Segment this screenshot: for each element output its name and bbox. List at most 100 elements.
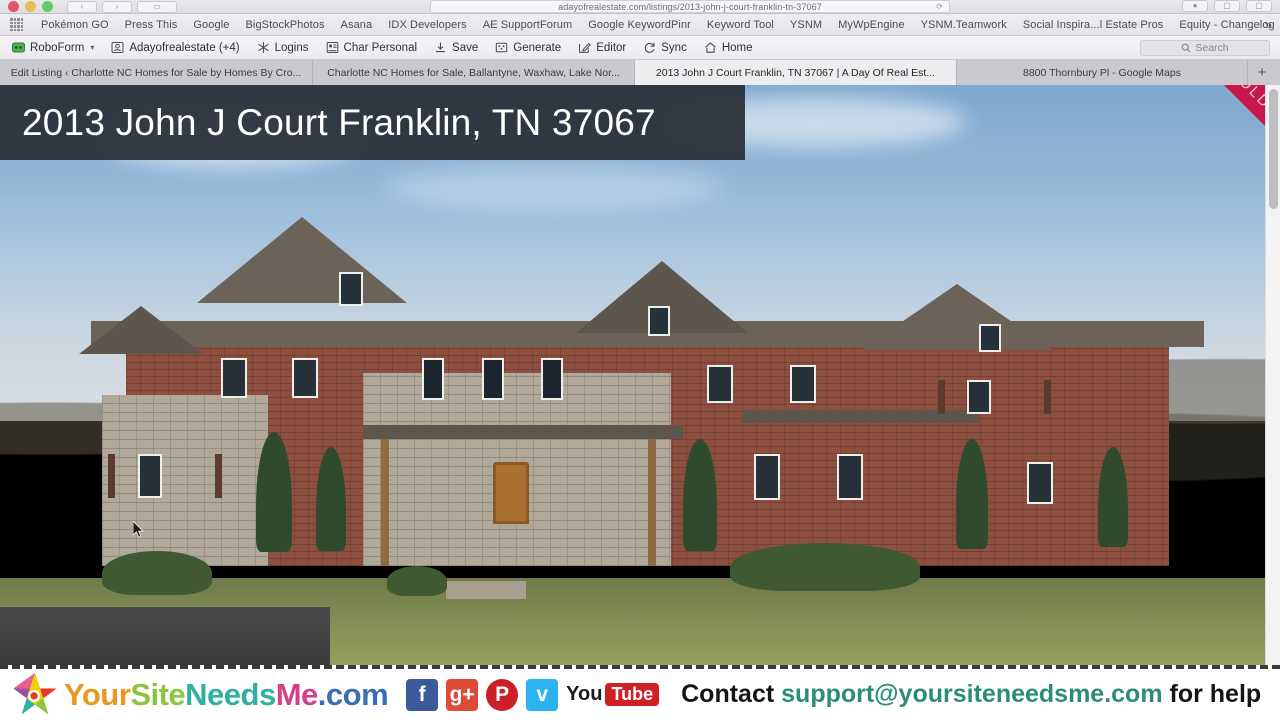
reload-icon[interactable]: ⟳ xyxy=(936,2,943,11)
hedge xyxy=(386,565,447,596)
tab-charlotte-homes[interactable]: Charlotte NC Homes for Sale, Ballantyne,… xyxy=(313,60,635,85)
roof-gable xyxy=(860,283,1053,350)
forward-arrow-icon[interactable]: › xyxy=(102,0,132,13)
back-arrow-icon[interactable]: ‹ xyxy=(67,0,97,13)
minimize-window-button[interactable] xyxy=(25,1,36,12)
upper-window xyxy=(220,357,247,398)
hedge xyxy=(730,543,921,592)
page-title: 2013 John J Court Franklin, TN 37067 xyxy=(22,102,656,143)
bookmark-item[interactable]: AE SupportForum xyxy=(475,18,581,32)
sidebar-toggle-icon[interactable]: ▭ xyxy=(137,0,177,13)
lower-window xyxy=(837,454,864,501)
upper-window xyxy=(422,357,445,400)
social-icon-row: f g+ P ᴠ You Tube xyxy=(406,678,660,711)
apps-grid-icon[interactable] xyxy=(10,18,23,31)
roboform-menu-button[interactable]: RoboForm ▾ xyxy=(12,41,94,54)
mouse-cursor xyxy=(133,521,144,538)
roboform-search-input[interactable]: Search xyxy=(1140,39,1270,56)
roboform-editor-button[interactable]: Editor xyxy=(578,41,626,54)
generate-password-icon xyxy=(495,41,508,54)
navigation-buttons: ‹ › ▭ xyxy=(67,0,177,13)
tab-google-maps[interactable]: 8800 Thornbury Pl - Google Maps xyxy=(957,60,1248,85)
roboform-identity-button[interactable]: Adayofrealestate (+4) xyxy=(111,41,240,54)
cloud-shape xyxy=(384,166,724,211)
share-icon[interactable]: ▢ xyxy=(1214,0,1240,12)
bookmark-item[interactable]: Asana xyxy=(333,18,381,32)
tab-john-j-court[interactable]: 2013 John J Court Franklin, TN 37067 | A… xyxy=(635,60,957,85)
bookmark-item[interactable]: Google KeywordPinr xyxy=(580,18,699,32)
editor-pencil-icon xyxy=(578,41,592,54)
roboform-toolbar: RoboForm ▾ Adayofrealestate (+4) Logins … xyxy=(0,36,1280,60)
bookmark-item[interactable]: Google xyxy=(185,18,237,32)
roboform-sync-button[interactable]: Sync xyxy=(643,41,687,54)
google-plus-icon[interactable]: g+ xyxy=(446,678,479,711)
roboform-logins-button[interactable]: Logins xyxy=(257,41,309,54)
roboform-save-button[interactable]: Save xyxy=(434,41,478,54)
support-email-link[interactable]: support@yoursiteneedsme.com xyxy=(781,680,1162,708)
close-window-button[interactable] xyxy=(8,1,19,12)
brand-part-site: Site xyxy=(130,676,186,712)
rainbow-star-logo-icon xyxy=(13,672,57,714)
roboform-search-placeholder: Search xyxy=(1195,41,1229,54)
bookmark-item[interactable]: IDX Developers xyxy=(380,18,474,32)
roboform-generate-button[interactable]: Generate xyxy=(495,41,561,54)
roboform-identity-label: Adayofrealestate (+4) xyxy=(129,41,240,54)
youtube-icon[interactable]: You Tube xyxy=(566,683,660,706)
contact-prefix: Contact xyxy=(681,680,775,708)
bookmark-item[interactable]: Equity - Changelog xyxy=(1171,18,1280,32)
extension-icon[interactable]: ● xyxy=(1182,0,1208,12)
bookmark-item[interactable]: Keyword Tool xyxy=(699,18,782,32)
save-download-icon xyxy=(434,41,447,54)
contact-support-text: Contact support@yoursiteneedsme.com for … xyxy=(681,680,1261,709)
roof-gable xyxy=(197,216,408,303)
lower-window xyxy=(1026,461,1053,504)
twitter-icon[interactable]: ᴠ xyxy=(526,678,559,711)
brand-part-your: Your xyxy=(64,676,131,712)
logins-icon xyxy=(257,41,270,54)
roboform-logins-label: Logins xyxy=(274,41,309,54)
roboform-home-button[interactable]: Home xyxy=(704,41,753,54)
bookmarks-bar: Pokémon GO Press This Google BigStockPho… xyxy=(0,14,1280,36)
bookmark-item[interactable]: MyWpEngine xyxy=(830,18,912,32)
new-tab-button[interactable]: + xyxy=(1248,60,1276,85)
window-traffic-lights[interactable] xyxy=(8,1,53,12)
brand-part-me: Me xyxy=(275,676,319,712)
bookmarks-overflow-chevron-icon[interactable]: » xyxy=(1265,17,1272,32)
scrollbar-thumb[interactable] xyxy=(1269,89,1278,209)
brand-part-needs: Needs xyxy=(185,676,276,712)
bookmark-item[interactable]: YSNM xyxy=(782,18,830,32)
front-door xyxy=(493,461,530,524)
facebook-icon[interactable]: f xyxy=(406,678,439,711)
dormer-window xyxy=(339,272,364,307)
pinterest-icon[interactable]: P xyxy=(486,678,519,711)
page-scrollbar[interactable] xyxy=(1265,85,1280,665)
listing-title-banner: 2013 John J Court Franklin, TN 37067 xyxy=(0,85,745,160)
home-icon xyxy=(704,41,717,54)
bookmark-item[interactable]: Pokémon GO xyxy=(33,18,117,32)
identity-icon xyxy=(111,41,124,54)
roboform-editor-label: Editor xyxy=(596,41,627,54)
bookmark-item[interactable]: BigStockPhotos xyxy=(237,18,332,32)
lower-window xyxy=(754,454,781,501)
contact-suffix: for help xyxy=(1169,680,1262,708)
browser-toolbar: ‹ › ▭ adayofrealestate.com/listings/2013… xyxy=(0,0,1280,14)
window-shutter xyxy=(214,454,222,499)
bookmark-item[interactable]: Press This xyxy=(117,18,186,32)
tab-edit-listing[interactable]: Edit Listing ‹ Charlotte NC Homes for Sa… xyxy=(0,60,313,85)
dormer-window xyxy=(647,305,670,336)
maximize-window-button[interactable] xyxy=(42,1,53,12)
youtube-tube-text: Tube xyxy=(605,683,660,706)
sold-ribbon-band: SOLD xyxy=(1171,85,1270,168)
bookmark-item[interactable]: Social Inspira...l Estate Pros xyxy=(1015,18,1172,32)
roboform-logo-icon xyxy=(12,41,25,54)
dormer-window xyxy=(979,324,1002,353)
roboform-contact-button[interactable]: Char Personal xyxy=(326,41,417,54)
address-bar[interactable]: adayofrealestate.com/listings/2013-john-… xyxy=(430,0,950,13)
conifer-shrub xyxy=(955,439,988,550)
tabs-overview-icon[interactable]: ▢ xyxy=(1246,0,1272,12)
upper-window xyxy=(706,365,733,404)
search-magnifier-icon xyxy=(1181,43,1191,52)
house-structure xyxy=(55,216,1240,599)
bookmark-item[interactable]: YSNM.Teamwork xyxy=(913,18,1015,32)
roof-gable xyxy=(78,305,203,354)
